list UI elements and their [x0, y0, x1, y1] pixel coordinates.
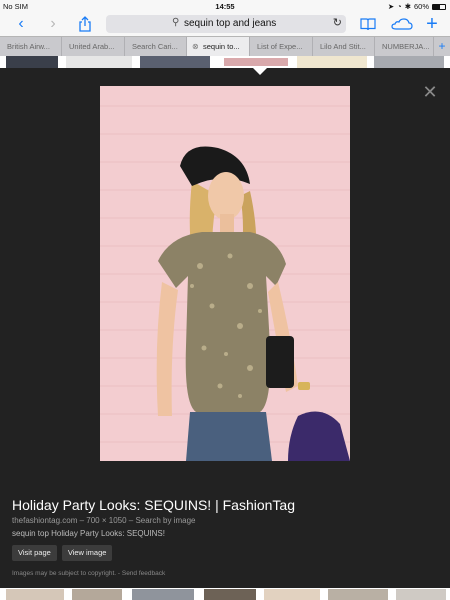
search-icon: ⚲	[172, 17, 180, 28]
result-thumbnail[interactable]	[396, 589, 446, 600]
status-time: 14:55	[215, 2, 235, 11]
cloud-tabs-icon[interactable]	[389, 13, 415, 35]
tab-label: United Arab...	[69, 42, 115, 51]
results-thumbnail-row-top	[0, 56, 450, 68]
copyright-note: Images may be subject to copyright.	[12, 570, 117, 577]
close-icon[interactable]: ✕	[422, 83, 438, 101]
result-thumbnail[interactable]	[264, 589, 320, 600]
new-tab-icon[interactable]: +	[421, 13, 443, 35]
location-icon: ➤	[387, 2, 395, 11]
address-bar[interactable]: ⚲ sequin top and jeans ↻	[106, 15, 346, 33]
add-tab-icon[interactable]: +	[434, 37, 450, 57]
result-meta: thefashiontag.com – 700 × 1050 – Search …	[12, 516, 442, 525]
visit-page-button[interactable]: Visit page	[12, 545, 57, 561]
result-thumbnail-selected[interactable]	[222, 56, 290, 68]
tab-lilo-and-stitch[interactable]: Lilo And Stit...	[313, 37, 375, 57]
close-tab-icon[interactable]: ⊗	[192, 37, 199, 56]
battery-icon	[432, 3, 446, 10]
bluetooth-icon: ✱	[404, 2, 411, 11]
result-thumbnail[interactable]	[140, 56, 210, 68]
search-by-image-link[interactable]: Search by image	[135, 516, 195, 525]
status-right: ➤ ◔ ✱ 60%	[388, 2, 446, 11]
forward-icon[interactable]: ›	[42, 13, 64, 35]
result-info: Holiday Party Looks: SEQUINS! | FashionT…	[12, 497, 442, 538]
alarm-icon: ◔	[397, 2, 402, 11]
reload-icon[interactable]: ↻	[333, 16, 342, 29]
result-thumbnail[interactable]	[297, 56, 367, 68]
footer-note: Images may be subject to copyright. - Se…	[12, 570, 165, 577]
tab-numberjacks[interactable]: NUMBERJA...	[375, 37, 434, 57]
result-thumbnail[interactable]	[66, 56, 132, 68]
browser-toolbar: ‹ › ⚲ sequin top and jeans ↻ +	[0, 12, 450, 36]
result-thumbnail[interactable]	[204, 589, 256, 600]
photo-illustration	[100, 86, 350, 461]
result-title[interactable]: Holiday Party Looks: SEQUINS! | FashionT…	[12, 497, 442, 514]
battery-percent: 60%	[413, 2, 429, 11]
send-feedback-link[interactable]: Send feedback	[122, 570, 165, 577]
preview-image[interactable]	[100, 86, 350, 461]
result-thumbnail[interactable]	[132, 589, 194, 600]
result-dimensions: 700 × 1050	[86, 516, 127, 525]
tab-label: Search Cari...	[132, 42, 178, 51]
tab-search-caribbean[interactable]: Search Cari...	[125, 37, 187, 57]
view-image-button[interactable]: View image	[61, 545, 113, 561]
result-actions: Visit page View image	[12, 545, 113, 561]
status-bar: No SIM 14:55 ➤ ◔ ✱ 60%	[0, 0, 450, 12]
back-icon[interactable]: ‹	[10, 13, 32, 35]
result-thumbnail[interactable]	[6, 589, 64, 600]
selected-caret	[253, 68, 267, 75]
tab-label: List of Expe...	[257, 42, 303, 51]
tab-label: sequin to...	[203, 42, 240, 51]
tab-sequin-top[interactable]: ⊗ sequin to...	[187, 37, 250, 57]
search-query: sequin top and jeans	[184, 18, 277, 29]
tab-label: NUMBERJA...	[382, 42, 430, 51]
tab-list-of-experiences[interactable]: List of Expe...	[250, 37, 313, 57]
share-icon[interactable]	[74, 13, 96, 35]
results-thumbnail-row-bottom	[0, 588, 450, 600]
tab-united-arab[interactable]: United Arab...	[62, 37, 125, 57]
result-source: thefashiontag.com	[12, 516, 78, 525]
tab-british-airways[interactable]: British Airw...	[0, 37, 62, 57]
tab-label: British Airw...	[7, 42, 50, 51]
result-thumbnail[interactable]	[374, 56, 444, 68]
tab-strip: British Airw... United Arab... Search Ca…	[0, 36, 450, 57]
result-thumbnail[interactable]	[328, 589, 388, 600]
tab-label: Lilo And Stit...	[320, 42, 366, 51]
bookmarks-icon[interactable]	[357, 13, 379, 35]
result-thumbnail[interactable]	[6, 56, 58, 68]
result-description: sequin top Holiday Party Looks: SEQUINS!	[12, 529, 165, 538]
result-thumbnail[interactable]	[72, 589, 122, 600]
